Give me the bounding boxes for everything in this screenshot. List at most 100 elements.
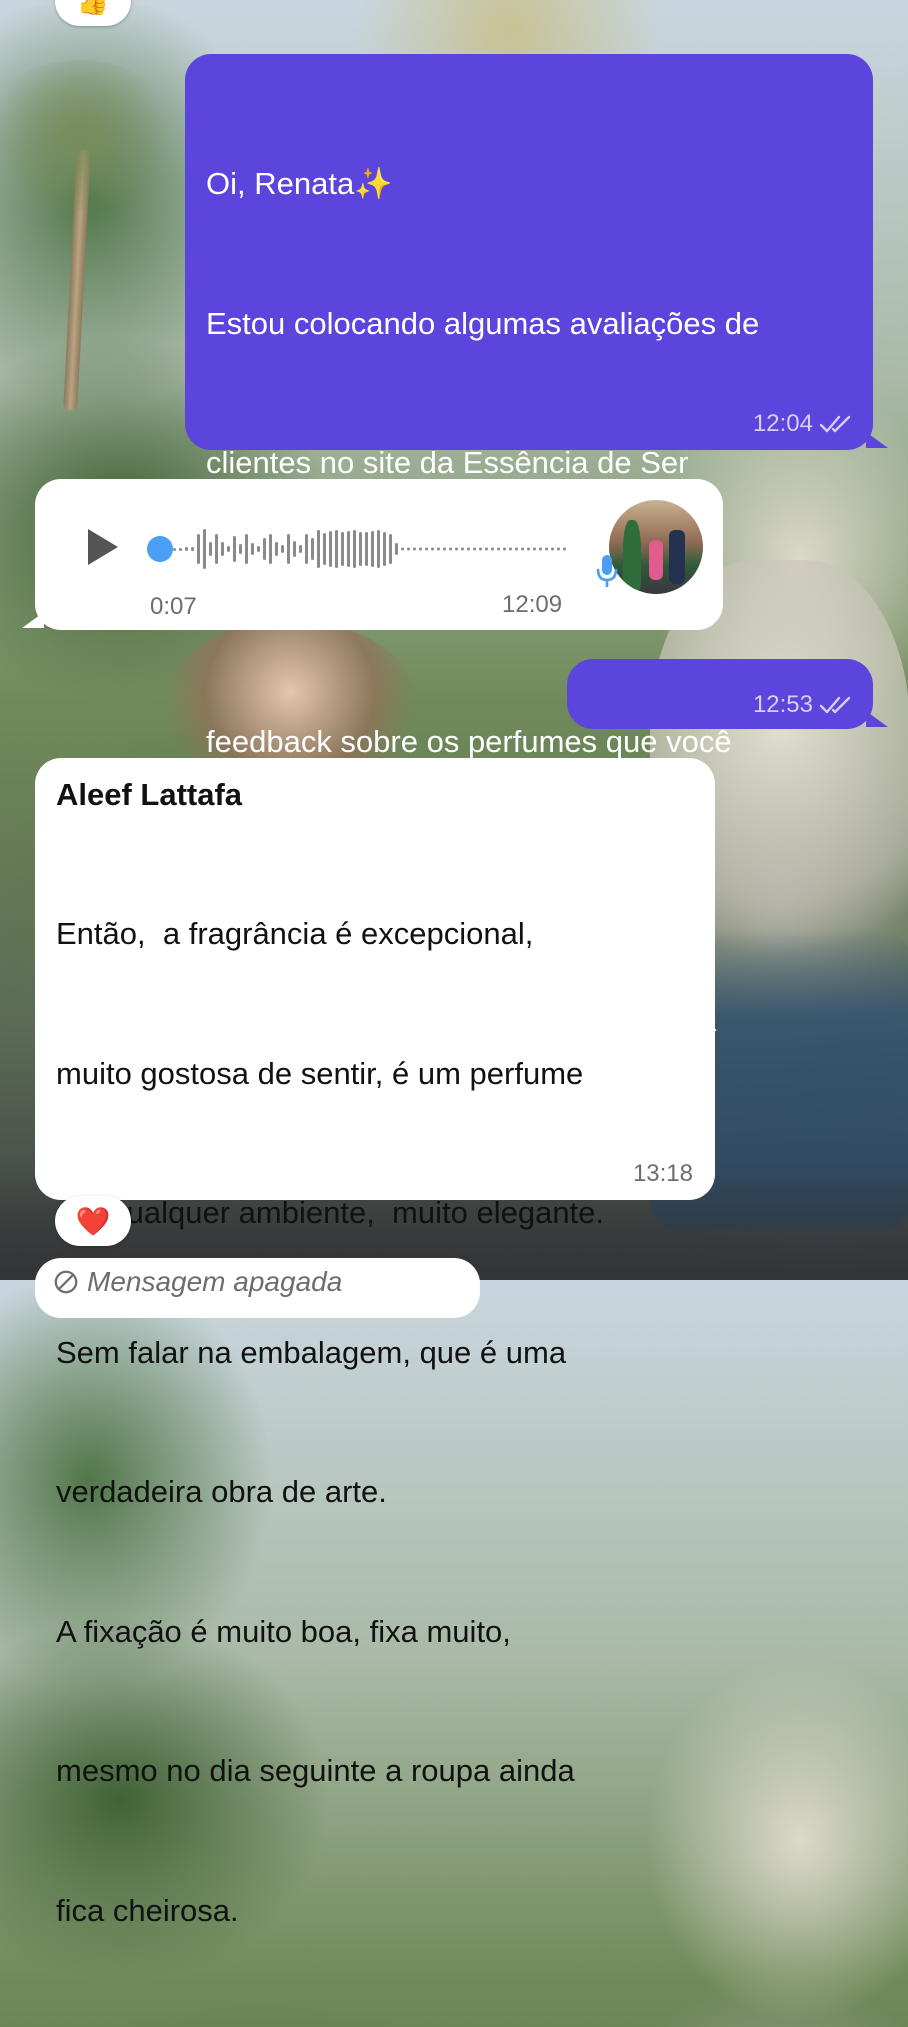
double-check-icon xyxy=(819,696,851,714)
message-meta: 12:53 xyxy=(753,691,853,719)
message-line: muito gostosa de sentir, é um perfume xyxy=(56,1055,584,1091)
waveform-bar xyxy=(527,547,530,551)
waveform-bar xyxy=(305,534,308,564)
bubble-tail xyxy=(866,711,888,727)
waveform-bar xyxy=(179,548,182,551)
waveform-bar xyxy=(347,531,350,567)
waveform-bar xyxy=(551,547,554,551)
double-check-icon xyxy=(819,415,851,433)
waveform-bar xyxy=(215,534,218,564)
deleted-message-text: Mensagem apagada xyxy=(87,1266,343,1297)
message-line: A fixação é muito boa, fixa muito, xyxy=(56,1613,511,1649)
voice-waveform[interactable] xyxy=(145,519,575,579)
waveform-bar xyxy=(473,547,476,551)
message-meta: 13:18 xyxy=(633,1160,693,1188)
bubble-tail xyxy=(22,612,44,628)
waveform-bar xyxy=(317,530,320,568)
message-meta: 12:04 xyxy=(753,410,853,438)
blocked-icon xyxy=(54,1270,78,1294)
waveform-bar xyxy=(509,547,512,551)
waveform-bar xyxy=(287,534,290,564)
waveform-bar xyxy=(383,532,386,566)
waveform-bar xyxy=(533,547,536,551)
waveform-bar xyxy=(293,541,296,557)
waveform-bar xyxy=(425,547,428,551)
waveform-bar xyxy=(185,547,188,551)
waveform-bar xyxy=(323,533,326,565)
message-text: Então, a fragrância é excepcional, muito… xyxy=(56,818,715,2027)
waveform-bar xyxy=(257,546,260,552)
message-bubble-outgoing[interactable]: Aqui 😍 12:53 xyxy=(567,659,873,804)
waveform-bar xyxy=(239,544,242,554)
waveform-bar xyxy=(563,547,566,551)
message-line: Então, a fragrância é excepcional, xyxy=(56,916,534,951)
waveform-bar xyxy=(359,532,362,566)
waveform-bar xyxy=(341,532,344,566)
waveform-bar xyxy=(365,532,368,566)
waveform-bar xyxy=(281,545,284,553)
waveform-bar xyxy=(377,530,380,568)
waveform-bar xyxy=(503,547,506,551)
microphone-icon xyxy=(596,555,618,587)
waveform-bar xyxy=(557,547,560,551)
waveform-bar xyxy=(419,547,422,551)
waveform-bar xyxy=(413,547,416,551)
waveform-bar xyxy=(329,531,332,567)
play-icon[interactable] xyxy=(82,527,122,567)
waveform-bar xyxy=(515,547,518,551)
waveform-bar xyxy=(461,547,464,551)
heart-icon: ❤️ xyxy=(75,1205,111,1237)
waveform-bar xyxy=(353,530,356,568)
waveform-bar xyxy=(173,548,176,551)
sender-name[interactable]: Aleef Lattafa xyxy=(56,772,715,818)
playback-position-knob[interactable] xyxy=(147,536,173,562)
waveform-bar xyxy=(311,538,314,560)
message-time: 13:18 xyxy=(632,1160,693,1187)
waveform-bar xyxy=(245,534,248,564)
waveform-bar xyxy=(497,547,500,551)
waveform-bar xyxy=(443,547,446,551)
thumbs-up-icon: 👍 xyxy=(76,0,110,16)
waveform-bar xyxy=(389,534,392,564)
waveform-bar xyxy=(407,547,410,551)
waveform-bar xyxy=(299,545,302,553)
waveform-bar xyxy=(455,547,458,551)
waveform-bar xyxy=(521,547,524,551)
waveform-bar xyxy=(479,547,482,551)
waveform-bar xyxy=(539,547,542,551)
waveform-bar xyxy=(395,543,398,555)
message-line: Estou colocando algumas avaliações de xyxy=(206,305,760,341)
message-bubble-incoming[interactable]: Aleef Lattafa Então, a fragrância é exce… xyxy=(35,758,715,1928)
message-line: mesmo no dia seguinte a roupa ainda xyxy=(56,1753,575,1788)
waveform-bar xyxy=(251,543,254,555)
deleted-message-bubble[interactable]: Mensagem apagada xyxy=(35,1258,480,1318)
message-line: Oi, Renata✨ xyxy=(206,166,393,201)
reaction-badge[interactable]: ❤️ xyxy=(55,1196,131,1246)
waveform-bar xyxy=(191,547,194,551)
waveform-bar xyxy=(491,547,494,551)
waveform-bar xyxy=(335,530,338,568)
waveform-bar xyxy=(449,547,452,551)
bubble-tail xyxy=(866,432,888,448)
waveform-bar xyxy=(431,547,434,551)
waveform-bar xyxy=(263,538,266,560)
avatar[interactable] xyxy=(609,500,703,594)
message-time: 12:53 xyxy=(752,691,813,718)
waveform-bar xyxy=(209,542,212,556)
message-line: pra qualquer ambiente, muito elegante. xyxy=(56,1195,605,1230)
waveform-bar xyxy=(233,536,236,562)
voice-duration: 0:07 xyxy=(150,593,197,620)
waveform-bar xyxy=(197,534,200,564)
message-line: verdadeira obra de arte. xyxy=(56,1474,387,1509)
waveform-bar xyxy=(401,547,404,551)
waveform-bar xyxy=(545,547,548,551)
message-time: 12:09 xyxy=(502,591,563,618)
waveform-bar xyxy=(203,529,206,569)
waveform-bar xyxy=(467,547,470,551)
message-time: 12:04 xyxy=(752,410,813,437)
waveform-bar xyxy=(437,547,440,551)
voice-message-bubble[interactable]: 0:07 12:09 xyxy=(35,479,723,630)
waveform-bar xyxy=(227,546,230,552)
message-line: fica cheirosa. xyxy=(56,1892,239,1928)
message-bubble-outgoing[interactable]: Oi, Renata✨ Estou colocando algumas aval… xyxy=(185,54,873,1178)
